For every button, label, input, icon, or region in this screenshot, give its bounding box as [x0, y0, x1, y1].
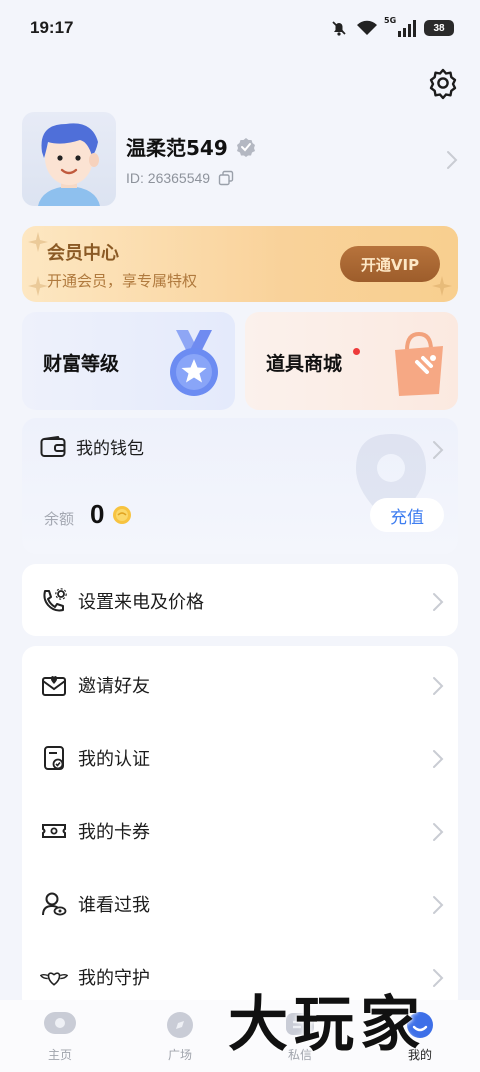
battery-icon: 38: [424, 20, 454, 36]
guard-wings-icon: [40, 963, 68, 991]
home-chat-icon: [42, 1010, 78, 1040]
call-settings-card: 设置来电及价格: [22, 564, 458, 636]
wallet-icon: [40, 435, 66, 457]
recharge-button[interactable]: 充值: [370, 498, 444, 532]
notification-dot: [353, 348, 360, 355]
signal-icon: 5G: [384, 16, 416, 37]
vip-title: 会员中心: [47, 243, 119, 264]
profile-name: 温柔范549: [126, 136, 228, 160]
chevron-right-icon: [447, 151, 458, 169]
nav-label: 主页: [47, 1048, 72, 1062]
menu-label: 我的卡券: [78, 821, 150, 843]
balance-value: 0: [90, 499, 105, 529]
gear-icon: [429, 68, 457, 100]
wealth-level-tile[interactable]: 财富等级: [22, 312, 235, 410]
ticket-icon: [40, 817, 68, 845]
avatar[interactable]: [22, 112, 116, 206]
menu-row-coupons[interactable]: 我的卡券: [22, 794, 458, 867]
menu-label: 谁看过我: [78, 894, 150, 916]
status-bar: 19:17 5G 38: [0, 0, 480, 56]
status-icons: 5G 38: [330, 16, 454, 37]
vip-subtitle: 开通会员，享专属特权: [47, 272, 198, 290]
menu-row-visitors[interactable]: 谁看过我: [22, 867, 458, 940]
avatar-illustration: [38, 123, 100, 206]
profile-name-row: 温柔范549: [126, 132, 256, 161]
visitor-icon: [40, 890, 68, 918]
chevron-right-icon: [433, 593, 444, 611]
shopping-bag-icon: [395, 331, 443, 396]
menu-label: 设置来电及价格: [78, 591, 204, 613]
profile-id: ID: 26365549: [126, 170, 211, 186]
wallet-card[interactable]: 我的钱包 余额 0 充值: [22, 418, 458, 554]
phone-gear-icon: [40, 587, 68, 615]
network-type: 5G: [384, 16, 397, 25]
coin-icon: [113, 506, 131, 524]
wallet-header[interactable]: 我的钱包: [40, 434, 144, 459]
invite-mail-icon: [40, 671, 68, 699]
chevron-right-icon: [433, 823, 444, 841]
status-time: 19:17: [30, 18, 74, 37]
nav-square[interactable]: 广场: [140, 1010, 220, 1063]
watermark-text: 大玩家: [228, 990, 426, 1060]
chevron-right-icon: [433, 750, 444, 768]
menu-row-certification[interactable]: 我的认证: [22, 721, 458, 794]
chevron-right-icon: [433, 969, 444, 987]
verified-icon: [236, 137, 255, 157]
compass-icon: [162, 1010, 198, 1040]
wealth-level-label: 财富等级: [43, 353, 120, 375]
wallet-title: 我的钱包: [76, 439, 144, 459]
profile-header[interactable]: 温柔范549 ID: 26365549: [22, 112, 462, 210]
nav-home[interactable]: 主页: [20, 1010, 100, 1063]
medal-icon: [170, 330, 218, 396]
profile-id-row: ID: 26365549: [126, 170, 234, 186]
menu-label: 我的守护: [78, 967, 150, 989]
chevron-right-icon: [433, 677, 444, 695]
chevron-right-icon: [433, 441, 444, 459]
mute-bell-icon: [332, 21, 346, 36]
menu-label: 邀请好友: [78, 675, 150, 697]
menu-card: 邀请好友 我的认证 我的卡券 谁看过我 我的守护: [22, 646, 458, 1012]
menu-row-call-settings[interactable]: 设置来电及价格: [22, 564, 458, 637]
prop-shop-tile[interactable]: 道具商城: [245, 312, 458, 410]
open-vip-button[interactable]: 开通VIP: [340, 246, 440, 282]
certification-icon: [40, 744, 68, 772]
menu-label: 我的认证: [78, 748, 150, 770]
wifi-icon: [357, 20, 377, 35]
copy-icon[interactable]: [218, 170, 234, 186]
settings-button[interactable]: [426, 66, 460, 100]
menu-row-invite[interactable]: 邀请好友: [22, 648, 458, 721]
nav-label: 广场: [167, 1048, 192, 1062]
chevron-right-icon: [433, 896, 444, 914]
balance-label: 余额: [44, 510, 75, 528]
prop-shop-label: 道具商城: [266, 353, 343, 375]
vip-card[interactable]: 会员中心 开通会员，享专属特权 开通VIP: [22, 226, 458, 302]
